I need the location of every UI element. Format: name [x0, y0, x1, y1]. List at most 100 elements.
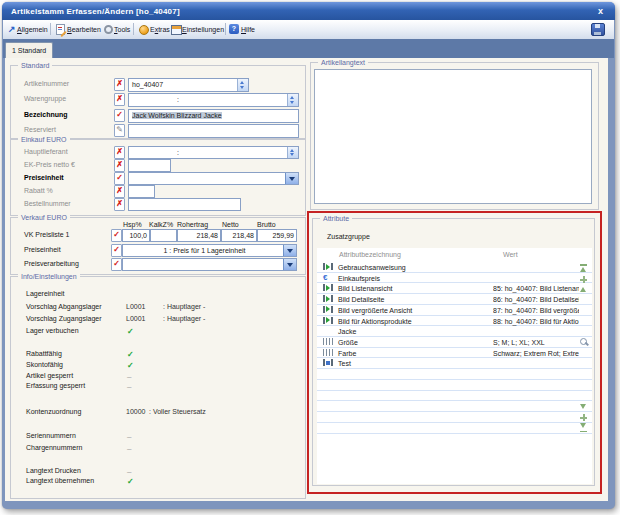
input-brutto[interactable]: 259,99 — [257, 229, 297, 242]
bearbeiten-icon — [56, 24, 66, 34]
group-standard-title: Standard — [18, 61, 52, 70]
attribute-value: 86: ho_40407: Bild Detailseit — [493, 295, 579, 304]
dropdown-preiseinheit-vk[interactable]: 1 : Preis für 1 Lagereinheit — [122, 244, 297, 257]
spinner-button[interactable] — [287, 147, 298, 158]
attribute-row[interactable]: GrößeS; M; L; XL; XXL — [317, 337, 592, 348]
price-col-rohertrag: Rohertrag — [177, 221, 208, 228]
attribute-name: Farbe — [338, 349, 356, 358]
attribute-row-empty[interactable] — [317, 401, 592, 412]
input-bezeichnung[interactable]: Jack Wolfskin Blizzard Jacke — [128, 109, 299, 123]
attribute-row[interactable]: Einkaufspreis — [317, 273, 592, 284]
attribute-row[interactable]: FarbeSchwarz; Extrem Rot; Extre — [317, 348, 592, 359]
group-info-title: Info/Einstellungen — [18, 272, 80, 281]
dash-mark — [127, 443, 131, 454]
info-value2: : Hauptlager - — [163, 303, 205, 310]
info-label: Kontenzuordnung — [26, 408, 81, 415]
column-attributbezeichnung: Attributbezeichnung — [339, 251, 401, 258]
input-ekpreis[interactable] — [128, 159, 171, 172]
mandatory-flag-icon — [114, 78, 125, 91]
info-row-kontenzuordnung: Kontenzuordnung10000: Voller Steuersatz — [11, 408, 305, 419]
input-artikelnummer[interactable]: ho_40407 — [128, 78, 249, 92]
attribute-row-empty[interactable] — [317, 412, 592, 423]
input-artikelnummer-value: ho_40407 — [129, 79, 248, 91]
dropdown-preisverarbeitung[interactable] — [122, 258, 297, 271]
mandatory-flag-icon — [114, 198, 125, 211]
menu-tools[interactable]: Tools — [114, 26, 130, 33]
input-bestellnummer[interactable] — [128, 198, 241, 211]
memo-field-icon — [323, 295, 333, 302]
save-icon[interactable] — [591, 23, 605, 36]
close-button[interactable]: x — [598, 6, 603, 16]
input-hsp-value: 100,0 — [123, 230, 149, 241]
dropdown-preiseinheit-ek[interactable] — [128, 172, 299, 185]
attribute-name: Bild Detailseite — [338, 295, 384, 304]
input-rabatt[interactable] — [128, 185, 155, 198]
menu-hilfe[interactable]: Hilfe — [241, 26, 255, 33]
input-rohertrag[interactable]: 218,48 — [177, 229, 221, 242]
attribute-name: Gebrauchsanweisung — [338, 263, 406, 272]
info-label: Vorschlag Zugangslager — [26, 315, 102, 322]
attribute-row[interactable]: Jacke — [317, 326, 592, 337]
attribute-value: 88: ho_40407: Bild für Aktio — [493, 317, 579, 326]
content: Standard Artikelnummer ho_40407 Warengru… — [5, 58, 608, 501]
input-bezeichnung-value: Jack Wolfskin Blizzard Jacke — [132, 112, 222, 119]
menu-bearbeiten[interactable]: Bearbeiten — [67, 26, 101, 33]
info-label: Skontofähig — [26, 361, 63, 368]
mandatory-flag-icon — [114, 185, 125, 198]
info-label: Artikel gesperrt — [26, 372, 73, 379]
attribute-row-empty[interactable] — [317, 391, 592, 402]
attribute-row[interactable]: Bild für Aktionsprodukte 88: ho_40407: Bi… — [317, 316, 592, 327]
attribute-row[interactable]: Bild Detailseite 86: ho_40407: Bild Detai… — [317, 294, 592, 305]
attribute-row[interactable]: Bild Listenansicht85: ho_40407: Bild Lis… — [317, 283, 592, 294]
titlebar[interactable]: Artikelstamm Erfassen/Ändern [ho_40407] … — [2, 2, 615, 20]
field-label-preisverarbeitung: Preisverarbeitung — [24, 258, 79, 270]
scroll-top-icon[interactable] — [579, 264, 588, 273]
add-row-icon[interactable] — [579, 275, 588, 284]
artikellangtext-textarea[interactable] — [314, 69, 592, 204]
currency-field-icon — [323, 274, 333, 281]
field-label-artikelnummer: Artikelnummer — [24, 78, 69, 90]
info-label: Rabattfähig — [26, 350, 62, 357]
menu-extras[interactable]: Extras — [150, 26, 170, 33]
add-row-icon[interactable] — [579, 413, 588, 422]
info-value2: : Hauptlager - — [163, 315, 205, 322]
menu-allgemein[interactable]: Allgemein — [17, 26, 48, 33]
menubar: ↗ Allgemein Bearbeiten Tools Extras Eins… — [3, 20, 614, 40]
attribute-row[interactable]: Gebrauchsanweisung — [317, 262, 592, 273]
attribute-name: Test — [338, 359, 351, 368]
check-mark — [127, 476, 134, 487]
input-netto[interactable]: 218,48 — [221, 229, 257, 242]
combo-field-icon — [323, 359, 333, 366]
scroll-bottom-icon[interactable] — [579, 423, 588, 432]
spinner-button[interactable] — [287, 94, 298, 106]
info-row-chargennummern: Chargennummern — [11, 444, 305, 455]
attribute-row-empty[interactable] — [317, 380, 592, 391]
tab-standard[interactable]: 1 Standard — [5, 42, 53, 58]
filled-flag-icon — [114, 109, 125, 122]
attribute-row-empty[interactable] — [317, 369, 592, 380]
attribute-name: Einkaufspreis — [338, 274, 380, 283]
menu-einstellungen[interactable]: Einstellungen — [182, 26, 224, 33]
hilfe-icon: ? — [229, 24, 239, 34]
attribute-row[interactable]: Bild vergrößerte Ansicht87: ho_40407: Bi… — [317, 305, 592, 316]
dropdown-button[interactable] — [283, 245, 296, 256]
input-reserviert[interactable] — [128, 124, 299, 138]
input-hauptlieferant[interactable]: : — [128, 146, 299, 159]
dropdown-button[interactable] — [283, 259, 296, 270]
magnifier-icon[interactable] — [580, 338, 587, 345]
info-label: Erfassung gesperrt — [26, 382, 85, 389]
input-warengruppe[interactable]: : — [128, 93, 299, 107]
attribute-name: Bild für Aktionsprodukte — [338, 317, 412, 326]
scroll-down-icon[interactable] — [579, 403, 588, 412]
memo-field-icon — [323, 263, 333, 270]
attribute-row[interactable]: Test — [317, 358, 592, 369]
dropdown-button[interactable] — [285, 173, 298, 184]
scroll-up-icon[interactable] — [579, 286, 588, 295]
attribute-table: Attributbezeichnung Wert Gebrauchsanweis… — [317, 248, 592, 484]
attribute-row-empty[interactable] — [317, 423, 592, 434]
attribute-value: 85: ho_40407: Bild Listenans — [493, 284, 579, 293]
info-row-erfassung-gesperrt: Erfassung gesperrt — [11, 382, 305, 393]
input-kalkz[interactable] — [150, 229, 177, 242]
input-hsp[interactable]: 100,0 — [122, 229, 150, 242]
spinner-button[interactable] — [237, 79, 248, 91]
